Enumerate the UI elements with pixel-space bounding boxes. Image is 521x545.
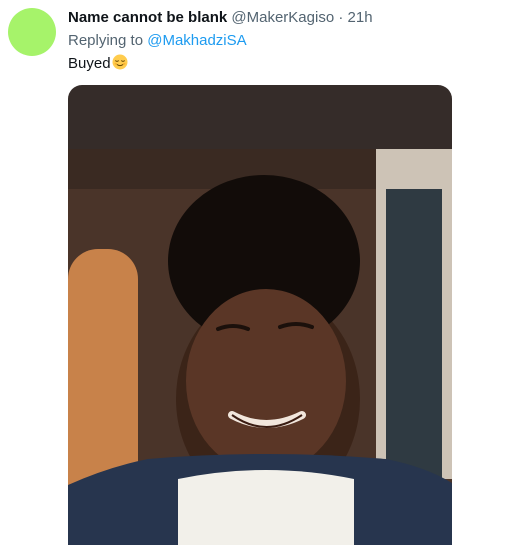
avatar[interactable] xyxy=(8,8,56,56)
relieved-face-emoji-icon xyxy=(112,54,128,70)
tweet-text-content: Buyed xyxy=(68,55,111,72)
tweet-body: Name cannot be blank @MakerKagiso · 21h … xyxy=(68,8,513,74)
replying-to: Replying to @MakhadziSA xyxy=(68,31,513,51)
replying-to-label: Replying to xyxy=(68,32,144,49)
tweet-header: Name cannot be blank @MakerKagiso · 21h xyxy=(68,8,513,28)
author-name[interactable]: Name cannot be blank xyxy=(68,9,227,26)
boy-smiling-photo[interactable] xyxy=(68,149,452,545)
author-handle[interactable]: @MakerKagiso xyxy=(231,9,334,26)
tweet-timestamp[interactable]: 21h xyxy=(348,9,373,26)
header-separator: · xyxy=(338,9,344,26)
tweet-media[interactable] xyxy=(68,85,452,545)
replying-to-link[interactable]: @MakhadziSA xyxy=(147,32,246,49)
tweet-text: Buyed xyxy=(68,54,513,74)
